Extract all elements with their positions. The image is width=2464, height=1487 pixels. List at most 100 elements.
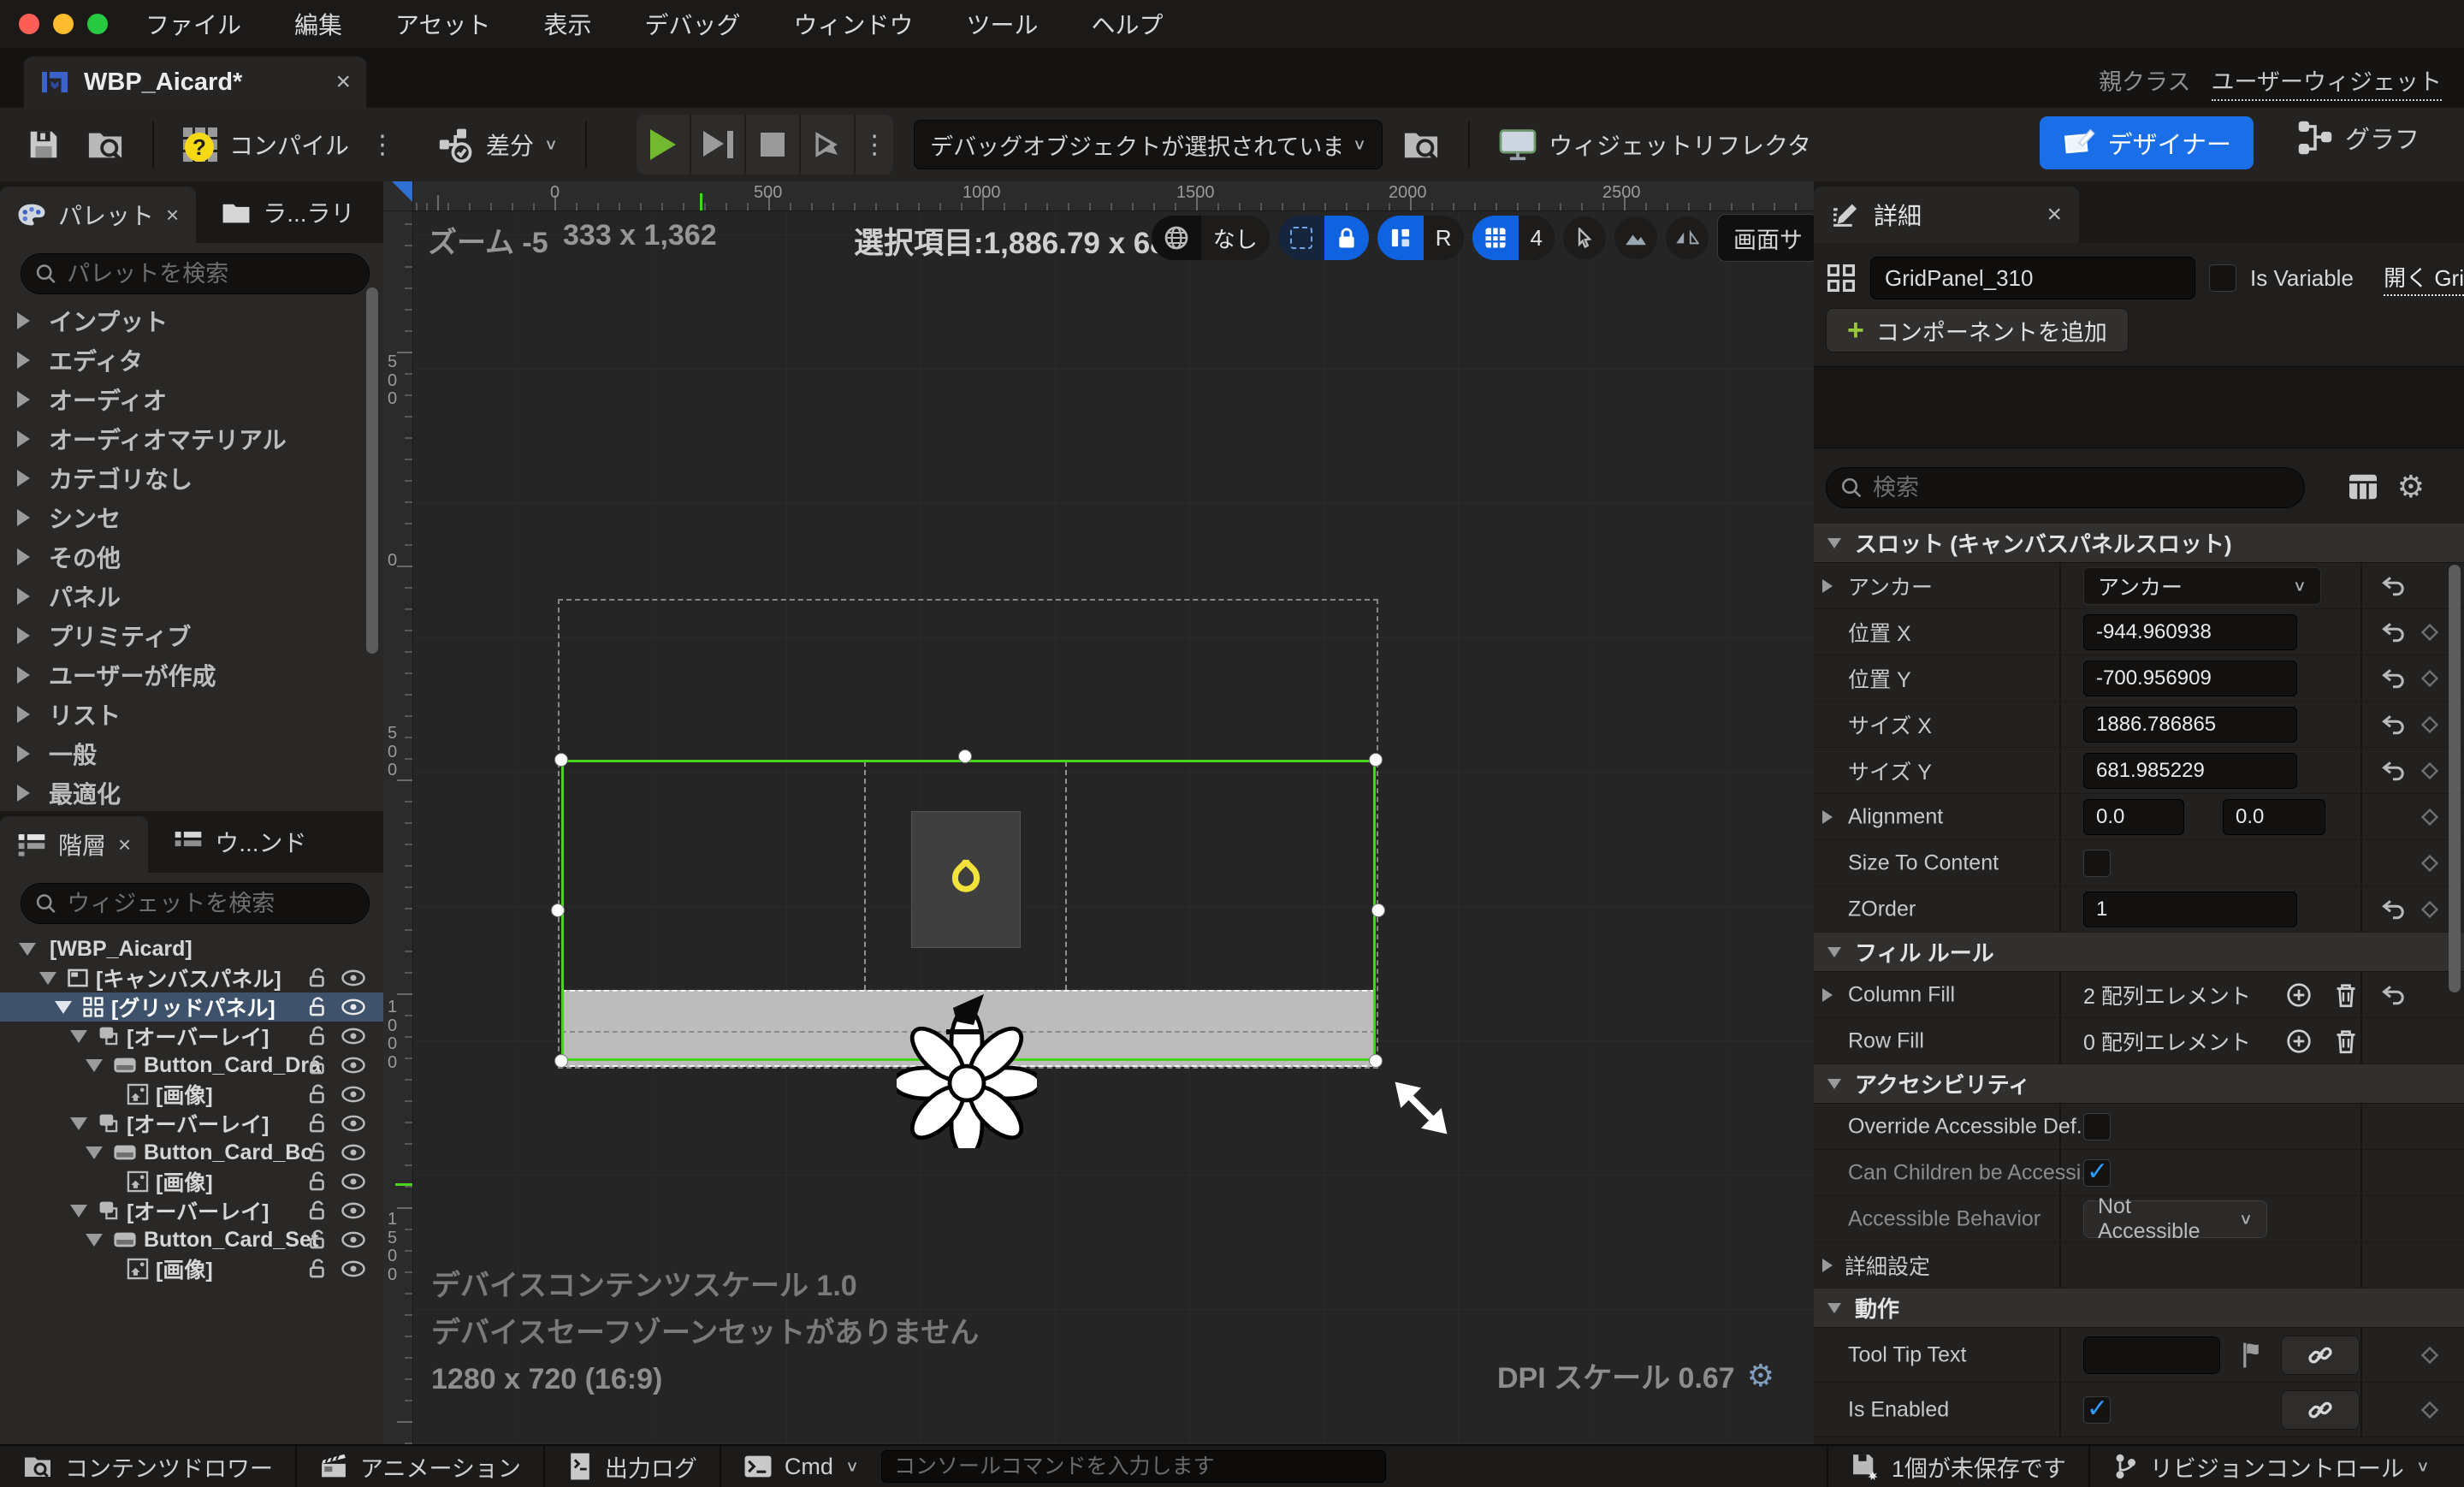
- visibility-eye-icon[interactable]: [341, 969, 366, 987]
- palette-category-synth[interactable]: シンセ: [0, 498, 383, 537]
- unlock-icon[interactable]: [306, 1141, 329, 1164]
- localization-toggle[interactable]: なし: [1152, 216, 1270, 260]
- cursor-tool-button[interactable]: [1563, 216, 1606, 259]
- visibility-eye-icon[interactable]: [341, 1259, 366, 1278]
- palette-search[interactable]: [21, 253, 370, 294]
- designer-canvas[interactable]: 0 500 1000 1500 2000 2500 500 0 500 1000…: [383, 181, 1814, 1444]
- expand-arrow-icon[interactable]: [17, 627, 30, 644]
- grid-snap-toggle[interactable]: 4: [1472, 216, 1555, 260]
- unlock-icon[interactable]: [306, 1112, 329, 1135]
- palette-category-audio-material[interactable]: オーディオマテリアル: [0, 419, 383, 459]
- unlock-icon[interactable]: [306, 1083, 329, 1105]
- play-button[interactable]: [637, 115, 691, 175]
- frame-skip-button[interactable]: [691, 115, 746, 175]
- resize-handle-top-mid[interactable]: [958, 749, 972, 763]
- tab-details[interactable]: 詳細 ×: [1814, 187, 2079, 243]
- collapse-arrow-icon[interactable]: [70, 1117, 87, 1130]
- section-behavior[interactable]: 動作: [1814, 1289, 2464, 1328]
- tree-row-image-3[interactable]: [画像]: [0, 1254, 383, 1283]
- widget-name-field[interactable]: [1870, 257, 2195, 299]
- hierarchy-search[interactable]: [21, 883, 370, 924]
- collapse-arrow-icon[interactable]: [86, 1234, 103, 1247]
- parent-class-link[interactable]: ユーザーウィジェット: [2212, 63, 2442, 101]
- palette-scrollbar[interactable]: [366, 287, 378, 654]
- details-settings-gear-icon[interactable]: ⚙: [2397, 469, 2425, 505]
- anchor-dropdown[interactable]: アンカー ∨: [2083, 567, 2321, 605]
- play-options-kebab[interactable]: ⋮: [856, 115, 893, 175]
- pos-x-field[interactable]: -944.960938: [2083, 614, 2297, 650]
- alignment-y-field[interactable]: 0.0: [2223, 799, 2325, 835]
- unlock-icon[interactable]: [306, 1054, 329, 1076]
- tree-row-image-2[interactable]: [画像]: [0, 1167, 383, 1196]
- resize-handle-bottom-right[interactable]: [1369, 1054, 1383, 1068]
- bind-diamond-icon[interactable]: [2420, 622, 2440, 643]
- preview-background-button[interactable]: [1614, 216, 1657, 259]
- alignment-x-field[interactable]: 0.0: [2083, 799, 2184, 835]
- details-search[interactable]: [1826, 467, 2305, 508]
- unlock-icon[interactable]: [306, 1229, 329, 1251]
- lock-toggle[interactable]: [1278, 216, 1369, 260]
- unlock-icon[interactable]: [306, 996, 329, 1018]
- resize-handle-left-mid[interactable]: [551, 903, 565, 917]
- unlock-icon[interactable]: [306, 1200, 329, 1222]
- tree-row-canvas-panel[interactable]: [キャンバスパネル]: [0, 963, 383, 992]
- close-icon[interactable]: ×: [118, 832, 131, 858]
- tree-row-overlay-2[interactable]: [オーバーレイ]: [0, 1109, 383, 1138]
- is-enabled-checkbox[interactable]: [2083, 1396, 2111, 1424]
- menu-window[interactable]: ウィンドウ: [794, 7, 914, 41]
- flip-preview-button[interactable]: [1666, 216, 1709, 259]
- expand-arrow-icon[interactable]: [1822, 1259, 1833, 1272]
- bind-diamond-icon[interactable]: [2420, 853, 2440, 874]
- clear-elements-trash-icon[interactable]: [2334, 982, 2358, 1008]
- expand-arrow-icon[interactable]: [17, 430, 30, 447]
- collapse-arrow-icon[interactable]: [55, 1001, 72, 1014]
- menu-debug[interactable]: デバッグ: [645, 7, 741, 41]
- palette-category-optimization[interactable]: 最適化: [0, 773, 383, 811]
- visibility-eye-icon[interactable]: [341, 1114, 366, 1133]
- reset-icon[interactable]: [2380, 984, 2406, 1006]
- expand-arrow-icon[interactable]: [17, 312, 30, 329]
- menu-asset[interactable]: アセット: [395, 7, 490, 41]
- is-variable-checkbox[interactable]: [2209, 264, 2236, 292]
- unlock-icon[interactable]: [306, 1170, 329, 1193]
- property-matrix-icon[interactable]: [2348, 473, 2378, 501]
- size-y-field[interactable]: 681.985229: [2083, 753, 2297, 789]
- palette-category-list[interactable]: リスト: [0, 695, 383, 734]
- clear-elements-trash-icon[interactable]: [2334, 1028, 2358, 1054]
- palette-category-misc[interactable]: その他: [0, 537, 383, 577]
- resize-handle-right-mid[interactable]: [1371, 903, 1385, 917]
- browse-asset-button[interactable]: [74, 127, 137, 163]
- expand-arrow-icon[interactable]: [17, 352, 30, 369]
- tab-hierarchy[interactable]: 階層 ×: [0, 816, 148, 873]
- expand-arrow-icon[interactable]: [1822, 810, 1833, 824]
- expand-arrow-icon[interactable]: [17, 509, 30, 526]
- console-command-input[interactable]: [881, 1450, 1386, 1483]
- palette-search-input[interactable]: [67, 261, 355, 287]
- open-grid-link[interactable]: 開く Gri: [2384, 261, 2464, 296]
- accessible-behavior-dropdown[interactable]: Not Accessible ∨: [2083, 1200, 2267, 1238]
- palette-category-primitive[interactable]: プリミティブ: [0, 616, 383, 655]
- bind-diamond-icon[interactable]: [2420, 1400, 2440, 1420]
- expand-arrow-icon[interactable]: [17, 666, 30, 684]
- override-accessible-checkbox[interactable]: [2083, 1113, 2111, 1140]
- reset-icon[interactable]: [2380, 667, 2406, 690]
- collapse-arrow-icon[interactable]: [86, 1059, 103, 1072]
- designer-mode-button[interactable]: デザイナー: [2040, 116, 2254, 169]
- expand-arrow-icon[interactable]: [17, 588, 30, 605]
- flag-icon[interactable]: [2240, 1342, 2262, 1369]
- collapse-arrow-icon[interactable]: [86, 1146, 103, 1159]
- visibility-eye-icon[interactable]: [341, 1172, 366, 1191]
- collapse-arrow-icon[interactable]: [70, 1030, 87, 1043]
- details-search-input[interactable]: [1873, 475, 2290, 501]
- size-to-content-checkbox[interactable]: [2083, 850, 2111, 877]
- expand-arrow-icon[interactable]: [17, 785, 30, 802]
- output-log-button[interactable]: 出力ログ: [545, 1446, 720, 1487]
- size-x-field[interactable]: 1886.786865: [2083, 707, 2297, 743]
- is-enabled-bind-button[interactable]: [2281, 1390, 2360, 1430]
- visibility-eye-icon[interactable]: [341, 1230, 366, 1249]
- eject-button[interactable]: [801, 115, 856, 175]
- minimize-traffic-light[interactable]: [53, 14, 74, 34]
- add-element-icon[interactable]: [2286, 1028, 2312, 1054]
- bind-diamond-icon[interactable]: [2420, 761, 2440, 781]
- tooltip-text-field[interactable]: [2083, 1336, 2220, 1374]
